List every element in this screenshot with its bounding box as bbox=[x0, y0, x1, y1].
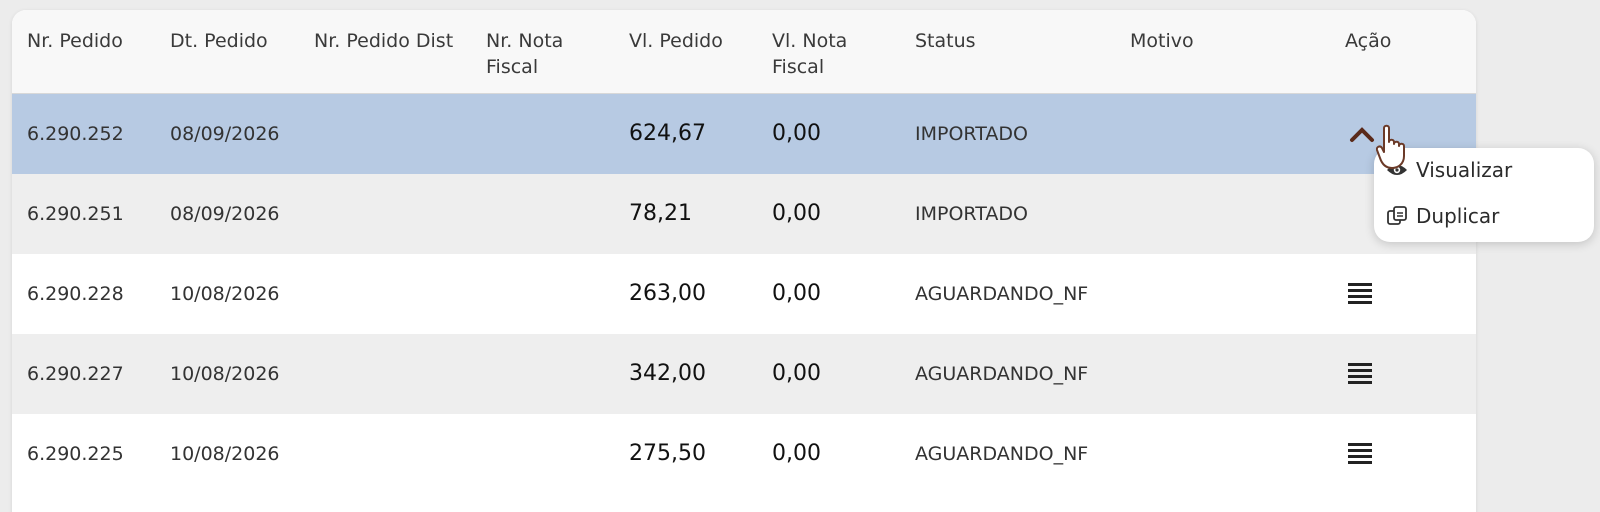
table-row[interactable]: 6.290.252 08/09/2026 624,67 0,00 IMPORTA… bbox=[12, 94, 1476, 174]
table-header: Nr. Pedido Dt. Pedido Nr. Pedido Dist Nr… bbox=[12, 10, 1476, 94]
cell-status: AGUARDANDO_NF bbox=[915, 363, 1089, 385]
cell-nr-pedido: 6.290.228 bbox=[27, 283, 124, 305]
header-vl-pedido[interactable]: Vl. Pedido bbox=[629, 28, 769, 54]
cell-dt-pedido: 10/08/2026 bbox=[170, 363, 280, 385]
cell-nr-pedido: 6.290.227 bbox=[27, 363, 124, 385]
header-vl-nota-fiscal[interactable]: Vl. Nota Fiscal bbox=[772, 28, 872, 80]
copy-icon bbox=[1387, 206, 1407, 225]
orders-table: Nr. Pedido Dt. Pedido Nr. Pedido Dist Nr… bbox=[12, 10, 1476, 512]
header-dt-pedido[interactable]: Dt. Pedido bbox=[170, 28, 310, 54]
cell-vl-pedido: 624,67 bbox=[629, 121, 706, 146]
menu-icon[interactable] bbox=[1348, 283, 1372, 305]
chevron-up-icon[interactable] bbox=[1348, 122, 1376, 146]
table-row[interactable]: 6.290.227 10/08/2026 342,00 0,00 AGUARDA… bbox=[12, 334, 1476, 414]
cell-vl-pedido: 263,00 bbox=[629, 281, 706, 306]
cell-vl-nota-fiscal: 0,00 bbox=[772, 361, 821, 386]
menu-icon[interactable] bbox=[1348, 443, 1372, 465]
menu-item-label: Duplicar bbox=[1416, 204, 1500, 228]
cell-vl-nota-fiscal: 0,00 bbox=[772, 281, 821, 306]
cell-status: IMPORTADO bbox=[915, 123, 1028, 145]
cell-dt-pedido: 08/09/2026 bbox=[170, 123, 280, 145]
cell-status: AGUARDANDO_NF bbox=[915, 283, 1089, 305]
cell-nr-pedido: 6.290.252 bbox=[27, 123, 124, 145]
menu-item-duplicar[interactable]: Duplicar bbox=[1386, 198, 1499, 234]
cell-status: AGUARDANDO_NF bbox=[915, 443, 1089, 465]
header-status[interactable]: Status bbox=[915, 28, 1055, 54]
cell-vl-pedido: 275,50 bbox=[629, 441, 706, 466]
header-nr-pedido[interactable]: Nr. Pedido bbox=[27, 28, 167, 54]
cell-nr-pedido: 6.290.225 bbox=[27, 443, 124, 465]
table-row[interactable]: 6.290.228 10/08/2026 263,00 0,00 AGUARDA… bbox=[12, 254, 1476, 334]
header-nr-nota-fiscal[interactable]: Nr. Nota Fiscal bbox=[486, 28, 586, 80]
header-acao: Ação bbox=[1345, 30, 1392, 52]
menu-icon[interactable] bbox=[1348, 363, 1372, 385]
header-nr-pedido-dist[interactable]: Nr. Pedido Dist bbox=[314, 28, 484, 54]
cell-vl-nota-fiscal: 0,00 bbox=[772, 121, 821, 146]
header-motivo[interactable]: Motivo bbox=[1130, 28, 1270, 54]
cell-dt-pedido: 10/08/2026 bbox=[170, 443, 280, 465]
cell-vl-nota-fiscal: 0,00 bbox=[772, 441, 821, 466]
cell-nr-pedido: 6.290.251 bbox=[27, 203, 124, 225]
cell-status: IMPORTADO bbox=[915, 203, 1028, 225]
cell-dt-pedido: 10/08/2026 bbox=[170, 283, 280, 305]
cell-vl-pedido: 342,00 bbox=[629, 361, 706, 386]
cell-vl-pedido: 78,21 bbox=[629, 201, 692, 226]
table-row[interactable]: 6.290.251 08/09/2026 78,21 0,00 IMPORTAD… bbox=[12, 174, 1476, 254]
hand-cursor-icon bbox=[1375, 124, 1412, 172]
table-row[interactable]: 6.290.225 10/08/2026 275,50 0,00 AGUARDA… bbox=[12, 414, 1476, 494]
menu-item-label: Visualizar bbox=[1416, 158, 1513, 182]
cell-dt-pedido: 08/09/2026 bbox=[170, 203, 280, 225]
cell-vl-nota-fiscal: 0,00 bbox=[772, 201, 821, 226]
